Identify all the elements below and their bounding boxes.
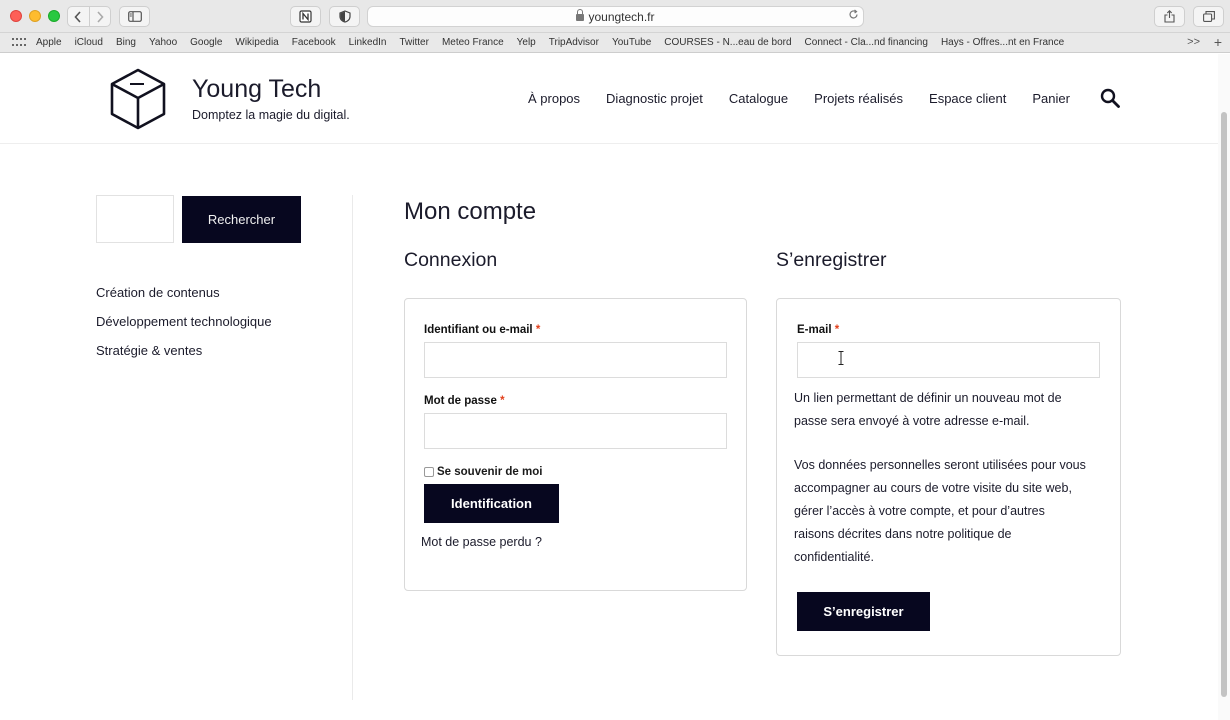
required-mark: * <box>834 324 840 336</box>
main-nav: À propos Diagnostic projet Catalogue Pro… <box>528 91 1096 106</box>
sidebar-icon <box>127 11 142 22</box>
address-bar[interactable]: youngtech.fr <box>367 6 864 27</box>
zoom-window-button[interactable] <box>48 10 60 22</box>
bookmarks-bar: Apple iCloud Bing Yahoo Google Wikipedia… <box>0 33 1230 53</box>
bookmark-item[interactable]: Twitter <box>399 37 428 48</box>
required-mark: * <box>500 395 505 407</box>
sidebar-search-button[interactable]: Rechercher <box>182 196 301 243</box>
bookmark-item[interactable]: Facebook <box>292 37 336 48</box>
username-label: Identifiant ou e-mail * <box>424 324 541 336</box>
login-title: Connexion <box>404 249 498 271</box>
chevron-left-icon <box>74 10 81 23</box>
remember-me[interactable]: Se souvenir de moi <box>424 466 542 478</box>
bookmark-item[interactable]: Wikipedia <box>235 37 278 48</box>
scrollbar-thumb[interactable] <box>1221 112 1227 697</box>
notion-extension-button[interactable] <box>290 6 321 27</box>
cube-logo-icon[interactable] <box>110 68 166 135</box>
email-label: E-mail * <box>797 324 840 336</box>
history-nav <box>67 6 111 27</box>
notion-icon <box>299 10 312 23</box>
nav-item-panier[interactable]: Panier <box>1032 91 1070 106</box>
share-icon <box>1164 10 1175 23</box>
sidebar-divider <box>352 195 353 700</box>
apps-grid-icon[interactable] <box>12 37 26 48</box>
register-button[interactable]: S’enregistrer <box>797 592 930 631</box>
url-text: youngtech.fr <box>588 9 655 24</box>
password-link-info: Un lien permettant de définir un nouveau… <box>794 391 1062 428</box>
browser-titlebar: youngtech.fr <box>0 0 1230 33</box>
site-header: Young Tech Domptez la magie du digital. … <box>0 54 1218 144</box>
back-button[interactable] <box>68 7 89 26</box>
nav-item-a-propos[interactable]: À propos <box>528 91 580 106</box>
bookmark-item[interactable]: COURSES - N...eau de bord <box>664 37 791 48</box>
search-icon[interactable] <box>1100 88 1120 113</box>
register-title: S’enregistrer <box>776 249 887 271</box>
nav-item-catalogue[interactable]: Catalogue <box>729 91 788 106</box>
bookmark-item[interactable]: iCloud <box>75 37 103 48</box>
bookmark-item[interactable]: Yelp <box>517 37 536 48</box>
text-cursor-icon <box>838 351 844 365</box>
chevron-right-icon <box>97 10 104 23</box>
remember-me-checkbox[interactable] <box>424 467 434 477</box>
share-button[interactable] <box>1154 6 1185 27</box>
shield-icon <box>338 10 351 23</box>
nav-item-diagnostic[interactable]: Diagnostic projet <box>606 91 703 106</box>
tabs-overview-button[interactable] <box>1193 6 1224 27</box>
privacy-notice: Vos données personnelles seront utilisée… <box>794 458 1086 564</box>
close-window-button[interactable] <box>10 10 22 22</box>
nav-item-espace-client[interactable]: Espace client <box>929 91 1006 106</box>
forward-button[interactable] <box>88 7 111 26</box>
lost-password-link[interactable]: Mot de passe perdu ? <box>421 535 542 549</box>
category-link[interactable]: Création de contenus <box>96 285 220 300</box>
login-button[interactable]: Identification <box>424 484 559 523</box>
bookmark-item[interactable]: Bing <box>116 37 136 48</box>
page-scrollbar[interactable] <box>1218 54 1230 720</box>
username-input[interactable] <box>424 342 727 378</box>
category-link[interactable]: Développement technologique <box>96 314 272 329</box>
reload-icon[interactable] <box>848 9 859 23</box>
bookmark-item[interactable]: Meteo France <box>442 37 504 48</box>
bookmark-item[interactable]: Apple <box>36 37 62 48</box>
lock-icon <box>576 9 585 21</box>
bookmark-item[interactable]: Google <box>190 37 222 48</box>
nav-item-projets[interactable]: Projets réalisés <box>814 91 903 106</box>
site-tagline: Domptez la magie du digital. <box>192 108 350 122</box>
password-label: Mot de passe * <box>424 395 505 407</box>
category-link[interactable]: Stratégie & ventes <box>96 343 202 358</box>
bookmark-item[interactable]: Yahoo <box>149 37 177 48</box>
remember-me-label: Se souvenir de moi <box>437 466 543 478</box>
bookmark-item[interactable]: TripAdvisor <box>549 37 599 48</box>
page-title: Mon compte <box>404 198 537 225</box>
new-tab-button[interactable]: + <box>1214 34 1222 50</box>
required-mark: * <box>535 324 541 336</box>
password-input[interactable] <box>424 413 727 449</box>
sidebar-toggle-button[interactable] <box>119 6 150 27</box>
bookmark-item[interactable]: Connect - Cla...nd financing <box>805 37 928 48</box>
sidebar-search-input[interactable] <box>96 195 174 243</box>
bookmark-item[interactable]: Hays - Offres...nt en France <box>941 37 1064 48</box>
bookmark-item[interactable]: YouTube <box>612 37 651 48</box>
tabs-icon <box>1202 11 1215 22</box>
privacy-extension-button[interactable] <box>329 6 360 27</box>
site-title[interactable]: Young Tech <box>192 75 321 104</box>
bookmark-item[interactable]: LinkedIn <box>349 37 387 48</box>
bookmarks-overflow-button[interactable]: >> <box>1187 36 1200 48</box>
minimize-window-button[interactable] <box>29 10 41 22</box>
